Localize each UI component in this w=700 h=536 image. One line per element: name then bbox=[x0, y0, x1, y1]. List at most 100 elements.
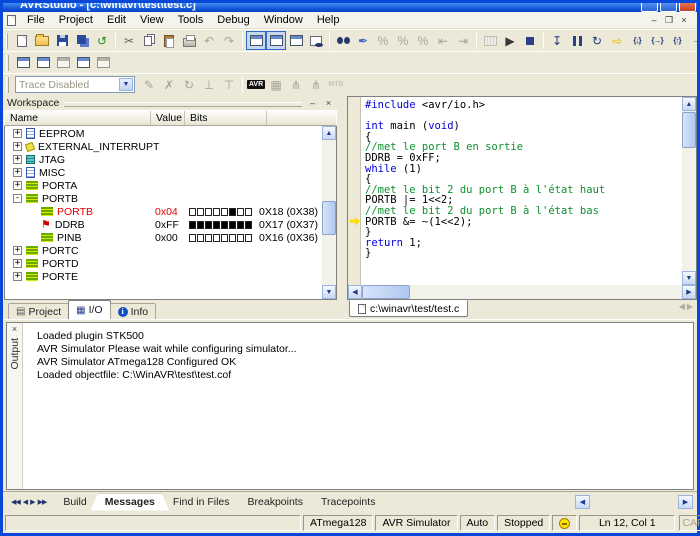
trace-mode-dropdown[interactable]: Trace Disabled ▼ bbox=[15, 76, 135, 93]
memory-window-button[interactable] bbox=[93, 53, 113, 72]
bookmark-next-button[interactable]: % bbox=[393, 31, 413, 50]
menu-debug[interactable]: Debug bbox=[210, 13, 256, 27]
last-tab-icon[interactable]: ▶▶ bbox=[38, 498, 47, 506]
trace-stop-button[interactable]: ⊤ bbox=[219, 75, 239, 94]
tree-item-portb[interactable]: -PORTB bbox=[5, 192, 322, 205]
bit-checkbox[interactable] bbox=[197, 234, 204, 242]
reset-button[interactable]: ↧ bbox=[547, 31, 567, 50]
step-over-button[interactable]: {→} bbox=[647, 31, 667, 50]
disassembler-window-button[interactable] bbox=[73, 53, 93, 72]
bit-checkbox[interactable] bbox=[189, 221, 196, 229]
edit-pen-button[interactable]: ✒ bbox=[353, 31, 373, 50]
scroll-up-icon[interactable]: ▲ bbox=[322, 126, 336, 140]
expand-icon[interactable]: + bbox=[13, 259, 22, 268]
scroll-left-icon[interactable]: ◀ bbox=[348, 285, 362, 299]
bit-checkbox[interactable] bbox=[229, 221, 236, 229]
column-header-name[interactable]: Name bbox=[5, 111, 151, 125]
tree-item-porte[interactable]: +PORTE bbox=[5, 270, 322, 283]
bit-checkbox[interactable] bbox=[189, 234, 196, 242]
outdent-button[interactable]: ⇤ bbox=[433, 31, 453, 50]
tree-item-porta[interactable]: +PORTA bbox=[5, 179, 322, 192]
scroll-left-icon[interactable]: ◀ bbox=[575, 495, 590, 509]
watch-window-button[interactable] bbox=[33, 53, 53, 72]
bit-checkbox[interactable] bbox=[189, 208, 196, 216]
scroll-thumb[interactable] bbox=[322, 201, 336, 235]
workspace-close-icon[interactable]: × bbox=[323, 98, 334, 109]
register-window-button[interactable] bbox=[53, 53, 73, 72]
mdi-close-button[interactable]: × bbox=[677, 14, 691, 26]
tab-find-in-files[interactable]: Find in Files bbox=[159, 494, 244, 511]
tab-messages[interactable]: Messages bbox=[91, 494, 169, 511]
tab-io[interactable]: ▦I/O bbox=[68, 300, 110, 319]
tree-item-misc[interactable]: +MISC bbox=[5, 166, 322, 179]
tab-breakpoints[interactable]: Breakpoints bbox=[234, 494, 317, 511]
bit-checkbox[interactable] bbox=[221, 208, 228, 216]
minimize-button[interactable] bbox=[641, 3, 658, 12]
bit-checkbox[interactable] bbox=[245, 221, 252, 229]
column-header-value[interactable]: Value bbox=[151, 111, 185, 125]
tree-vertical-scrollbar[interactable]: ▲ ▼ bbox=[322, 126, 336, 299]
scroll-thumb[interactable] bbox=[362, 285, 410, 299]
scroll-right-icon[interactable]: ▶ bbox=[682, 285, 696, 299]
scroll-thumb[interactable] bbox=[682, 112, 696, 148]
expand-icon[interactable]: + bbox=[13, 155, 22, 164]
save-file-button[interactable] bbox=[52, 31, 72, 50]
bit-checkbox[interactable] bbox=[205, 208, 212, 216]
editor-gutter[interactable] bbox=[348, 97, 361, 285]
output-close-icon[interactable]: × bbox=[9, 324, 20, 335]
reload-objectfile-button[interactable]: ↺ bbox=[92, 31, 112, 50]
bit-checkbox[interactable] bbox=[237, 234, 244, 242]
tree-item-jtag[interactable]: +JTAG bbox=[5, 153, 322, 166]
trace-pen-button[interactable]: ✎ bbox=[139, 75, 159, 94]
bit-checkbox[interactable] bbox=[237, 208, 244, 216]
vertical-splitter[interactable] bbox=[337, 95, 347, 319]
scroll-track[interactable] bbox=[322, 140, 336, 285]
toolbar-grip[interactable] bbox=[6, 77, 9, 93]
indent-button[interactable]: ⇥ bbox=[453, 31, 473, 50]
toggle-output-window-button[interactable] bbox=[266, 31, 286, 50]
scroll-track[interactable] bbox=[362, 285, 682, 299]
toolbar-grip[interactable] bbox=[6, 33, 8, 49]
workspace-drag-handle[interactable] bbox=[64, 102, 302, 107]
toolbar-grip[interactable] bbox=[6, 55, 9, 71]
bit-checkbox[interactable] bbox=[229, 208, 236, 216]
break-pause-button[interactable] bbox=[567, 31, 587, 50]
open-file-button[interactable] bbox=[32, 31, 52, 50]
bit-checkbox[interactable] bbox=[221, 234, 228, 242]
menu-help[interactable]: Help bbox=[310, 13, 347, 27]
bit-checkbox[interactable] bbox=[205, 221, 212, 229]
workspace-minimize-button[interactable]: – bbox=[307, 98, 318, 109]
prev-tab-icon[interactable]: ◀ bbox=[23, 498, 27, 506]
new-file-button[interactable] bbox=[12, 31, 32, 50]
tree-item-external_interrupt[interactable]: +EXTERNAL_INTERRUPT bbox=[5, 140, 322, 153]
trace-loop-button[interactable]: ↻ bbox=[179, 75, 199, 94]
scroll-up-icon[interactable]: ▲ bbox=[682, 97, 696, 111]
find-button[interactable] bbox=[333, 31, 353, 50]
tree-item-eeprom[interactable]: +EEPROM bbox=[5, 127, 322, 140]
mtb-trace-button[interactable]: MTB bbox=[326, 75, 346, 94]
bit-checkbox[interactable] bbox=[245, 208, 252, 216]
show-next-statement-button[interactable]: ⇨ bbox=[607, 31, 627, 50]
bookmark-prev-button[interactable]: % bbox=[413, 31, 433, 50]
tab-info[interactable]: iInfo bbox=[110, 303, 157, 319]
bit-checkbox[interactable] bbox=[213, 234, 220, 242]
toggle-workspace-window-button[interactable] bbox=[246, 31, 266, 50]
bit-checkbox[interactable] bbox=[237, 221, 244, 229]
io-view-window-button[interactable] bbox=[13, 53, 33, 72]
stop-debugging-button[interactable] bbox=[520, 31, 540, 50]
bit-checkbox[interactable] bbox=[197, 221, 204, 229]
menu-edit[interactable]: Edit bbox=[100, 13, 133, 27]
mdi-restore-button[interactable]: ❐ bbox=[662, 14, 676, 26]
bit-checkbox[interactable] bbox=[213, 221, 220, 229]
chip-view-button[interactable]: ▦ bbox=[266, 75, 286, 94]
close-button[interactable] bbox=[679, 3, 696, 12]
scroll-track[interactable] bbox=[682, 111, 696, 271]
maximize-button[interactable] bbox=[660, 3, 677, 12]
run-continue-button[interactable]: ↻ bbox=[587, 31, 607, 50]
logic-probe-a-button[interactable]: ⋔ bbox=[286, 75, 306, 94]
expand-icon[interactable]: + bbox=[13, 272, 22, 281]
redo-button[interactable]: ↷ bbox=[219, 31, 239, 50]
expand-icon[interactable]: + bbox=[13, 246, 22, 255]
logic-probe-b-button[interactable]: ⋔ bbox=[306, 75, 326, 94]
bit-checkbox[interactable] bbox=[197, 208, 204, 216]
